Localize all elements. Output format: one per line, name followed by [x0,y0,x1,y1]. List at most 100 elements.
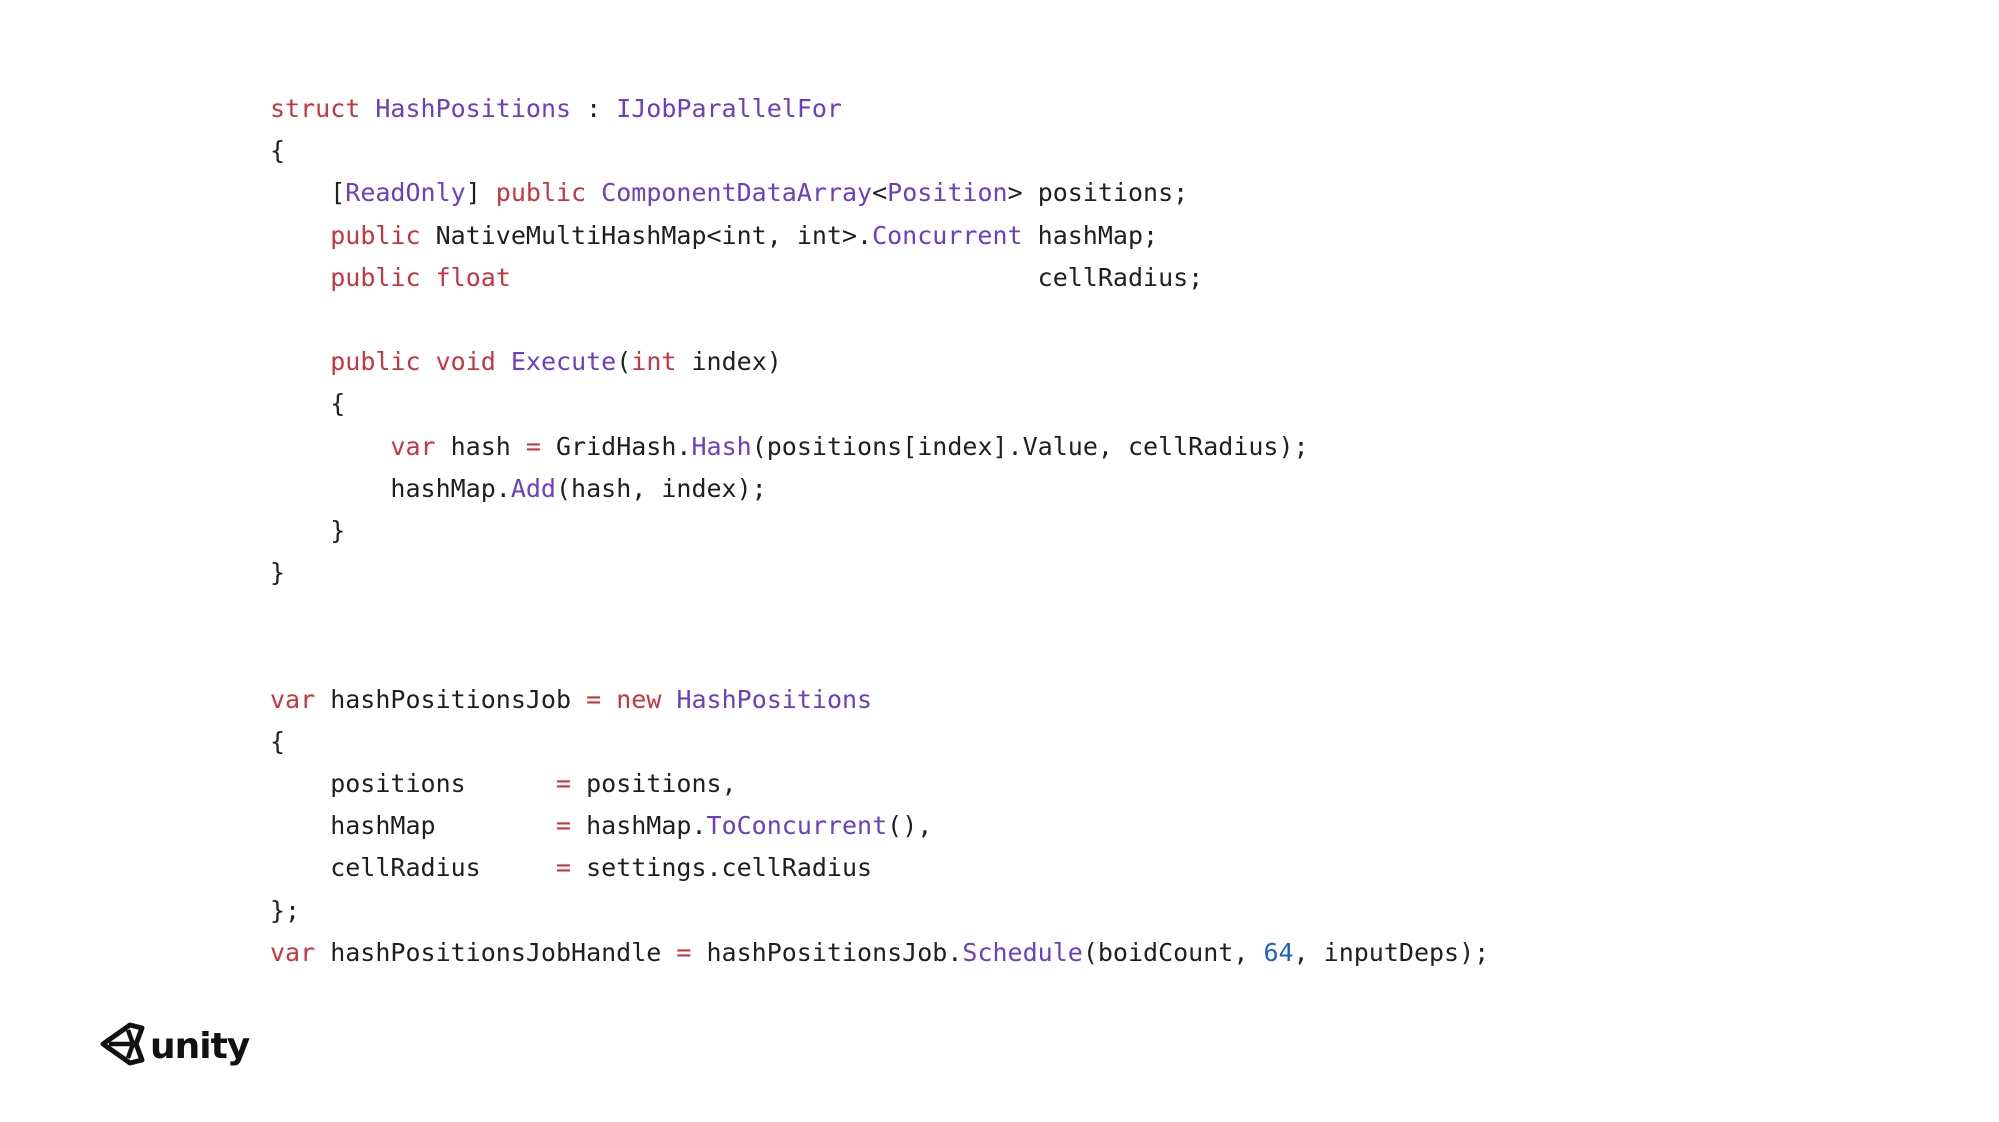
code-token: void [435,347,496,377]
code-line: positions = positions, [270,763,1489,805]
code-token: } [270,558,286,588]
code-token: ReadOnly [345,178,466,208]
code-token: = [525,431,541,461]
code-token: ToConcurrent [706,811,888,841]
code-line: struct HashPositions : IJobParallelFor [270,88,1489,130]
code-token: [ [270,178,346,208]
code-token: (hash, index); [555,473,767,503]
code-token: } [270,515,346,545]
code-token: hash [435,431,526,461]
code-line: } [270,552,1489,594]
code-token: IJobParallelFor [616,94,842,123]
code-token: public [495,178,587,208]
code-token: = [555,769,572,798]
code-token: < [872,178,888,208]
code-token: , inputDeps); [1293,937,1490,967]
code-token: var [270,684,316,714]
code-token: index) [676,347,782,377]
code-token: = [555,811,572,841]
code-token: public [330,262,421,292]
code-line: } [270,510,1489,552]
unity-logo: unity [100,1022,250,1071]
code-line: var hashPositionsJob = new HashPositions [270,679,1489,721]
code-token: hashMap; [1022,220,1159,250]
unity-cube-icon [100,1022,146,1071]
code-token: settings.cellRadius [571,853,873,883]
code-token: positions, [571,769,737,798]
code-token: }; [270,895,301,925]
code-token: = [676,937,692,967]
code-token: GridHash. [540,431,692,461]
unity-wordmark: unity [150,1026,250,1067]
code-token: { [270,136,286,166]
code-token: struct [270,94,361,123]
code-token: (positions[index].Value, cellRadius); [751,431,1309,461]
code-token: positions [270,769,556,798]
code-token: cellRadius [270,853,556,883]
code-token: float [435,262,511,292]
code-line: { [270,130,1489,172]
code-token: NativeMultiHashMap<int, int>. [420,220,873,250]
code-token: hashPositionsJobHandle [315,937,677,967]
code-token: hashPositionsJob. [691,937,963,967]
code-token: ] [465,178,496,208]
code-token: HashPositions [676,684,873,714]
code-token: HashPositions [375,94,572,123]
code-token: cellRadius; [510,262,1204,292]
code-token: Execute [510,347,617,377]
code-token: int [631,347,677,377]
code-token: Schedule [962,937,1083,967]
code-token: 64 [1263,937,1294,967]
code-line: hashMap = hashMap.ToConcurrent(), [270,805,1489,847]
code-token: var [270,937,316,967]
code-token: Hash [691,431,752,461]
code-token: public [330,220,421,250]
code-token: (), [887,811,933,841]
code-line: public float cellRadius; [270,257,1489,299]
code-token: Concurrent [872,220,1023,250]
code-line: }; [270,890,1489,932]
code-token: ( [616,347,632,377]
code-line: cellRadius = settings.cellRadius [270,847,1489,889]
code-line: var hash = GridHash.Hash(positions[index… [270,426,1489,468]
code-token: { [270,726,286,756]
code-line: public NativeMultiHashMap<int, int>.Conc… [270,215,1489,257]
code-token: var [390,431,436,461]
code-token: : [571,94,617,123]
code-token: Add [510,473,556,503]
code-line: public void Execute(int index) [270,341,1489,383]
code-token: ComponentDataArray [601,178,873,208]
code-line: { [270,383,1489,425]
code-token: (boidCount, [1082,937,1264,967]
code-token: public [330,347,421,377]
code-token: new [616,684,662,714]
code-block: struct HashPositions : IJobParallelFor{ … [270,88,1489,974]
code-token: = [555,853,572,883]
code-token: > positions; [1007,178,1189,208]
code-line: var hashPositionsJobHandle = hashPositio… [270,932,1489,974]
code-token: = [586,684,602,714]
code-token: hashMap [270,811,556,841]
code-token: hashMap. [270,473,511,503]
code-token: hashMap. [571,811,707,841]
code-line: { [270,721,1489,763]
code-token: hashPositionsJob [315,684,587,714]
code-line: hashMap.Add(hash, index); [270,468,1489,510]
code-token: Position [887,178,1008,208]
code-token: { [270,389,346,419]
code-line: [ReadOnly] public ComponentDataArray<Pos… [270,172,1489,214]
